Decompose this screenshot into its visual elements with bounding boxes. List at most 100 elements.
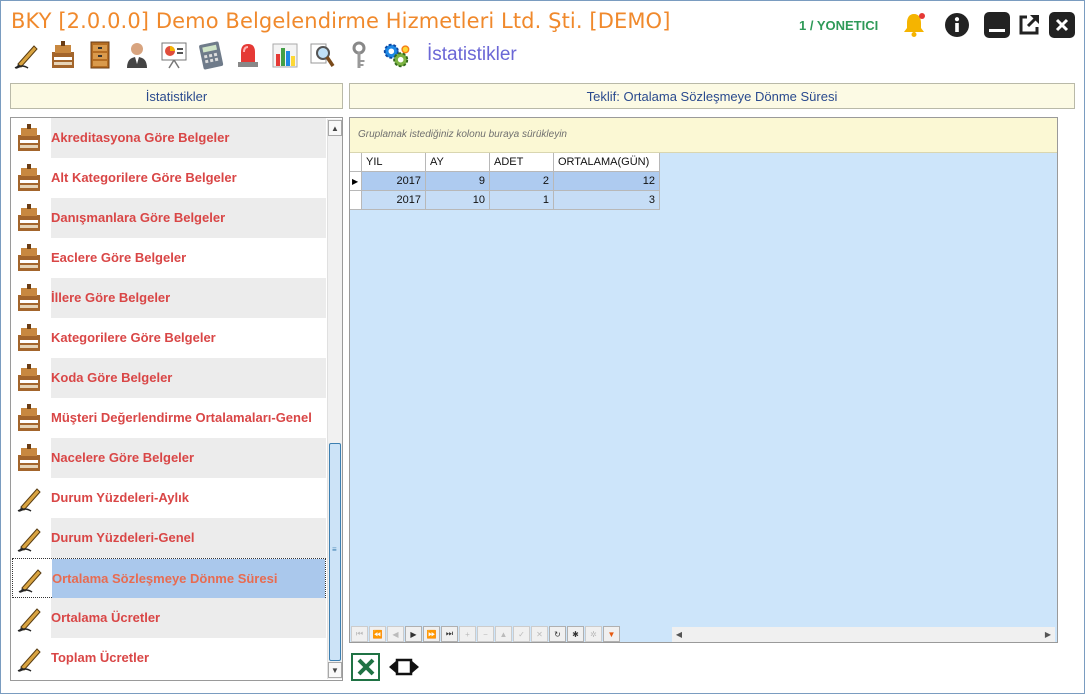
table-cell[interactable]: 1: [490, 191, 554, 210]
cabinet-icon[interactable]: [85, 39, 115, 71]
building-icon: [14, 242, 44, 274]
gears-icon[interactable]: [381, 39, 411, 71]
scrollbar-thumb[interactable]: ≡: [329, 443, 341, 661]
group-by-panel[interactable]: Gruplamak istediğiniz kolonu buraya sürü…: [350, 118, 1057, 153]
close-icon[interactable]: [1048, 11, 1076, 39]
list-item[interactable]: Durum Yüzdeleri-Aylık: [12, 478, 326, 518]
table-cell[interactable]: 2: [490, 172, 554, 191]
user-label[interactable]: 1 / YONETICI: [799, 18, 878, 33]
previous-page-icon[interactable]: ⏪: [369, 626, 386, 642]
delete-record-icon[interactable]: −: [477, 626, 494, 642]
pen-icon: [14, 482, 44, 514]
list-item[interactable]: Alt Kategorilere Göre Belgeler: [12, 158, 326, 198]
list-item[interactable]: Eaclere Göre Belgeler: [12, 238, 326, 278]
vertical-scrollbar[interactable]: ▲ ≡ ▼: [327, 119, 342, 679]
list-item-label: Eaclere Göre Belgeler: [51, 250, 187, 265]
table-cell[interactable]: 2017: [362, 191, 426, 210]
table-cell[interactable]: 10: [426, 191, 490, 210]
fit-columns-icon: [389, 658, 419, 676]
user-icon[interactable]: [122, 39, 152, 71]
list-item-label: Danışmanlara Göre Belgeler: [51, 198, 326, 238]
row-indicator[interactable]: ▶: [350, 172, 362, 191]
horizontal-scrollbar[interactable]: ◀ ▶: [672, 627, 1055, 642]
minimize-icon[interactable]: [983, 11, 1011, 39]
list-item[interactable]: Ortalama Sözleşmeye Dönme Süresi: [12, 558, 326, 599]
page-heading: İstatistikler: [427, 44, 517, 65]
list-item-label: Durum Yüzdeleri-Genel: [51, 518, 326, 558]
table-cell[interactable]: 2017: [362, 172, 426, 191]
left-panel-header: İstatistikler: [10, 83, 343, 109]
key-icon[interactable]: [344, 39, 374, 71]
building-icon: [14, 162, 44, 194]
first-record-icon[interactable]: ⏮: [351, 626, 368, 642]
building-icon: [14, 202, 44, 234]
excel-export-button[interactable]: [351, 653, 380, 681]
table-cell[interactable]: 12: [554, 172, 660, 191]
goto-bookmark-icon[interactable]: ✲: [585, 626, 602, 642]
list-item[interactable]: Danışmanlara Göre Belgeler: [12, 198, 326, 238]
scroll-up-icon[interactable]: ▲: [328, 120, 342, 136]
edit-record-icon[interactable]: ▲: [495, 626, 512, 642]
list-item[interactable]: Müşteri Değerlendirme Ortalamaları-Genel: [12, 398, 326, 438]
bookmark-icon[interactable]: ✱: [567, 626, 584, 642]
alarm-light-icon[interactable]: [233, 39, 263, 71]
table-cell[interactable]: 3: [554, 191, 660, 210]
pen-icon: [14, 522, 44, 554]
grip-icon: ≡: [332, 545, 337, 554]
excel-export-icon: [357, 658, 374, 676]
column-header[interactable]: ADET: [490, 153, 554, 172]
scroll-left-icon[interactable]: ◀: [672, 627, 686, 642]
filter-icon[interactable]: ▼: [603, 626, 620, 642]
list-item-label: Alt Kategorilere Göre Belgeler: [51, 170, 237, 185]
list-item-label: Müşteri Değerlendirme Ortalamaları-Genel: [51, 410, 312, 425]
building-icon: [14, 362, 44, 394]
list-item[interactable]: Nacelere Göre Belgeler: [12, 438, 326, 478]
grid-navigator: ⏮ ⏪ ◀ ▶ ⏩ ⏭ + − ▲ ✓ ✕ ↻ ✱ ✲ ▼: [351, 626, 671, 642]
bar-chart-icon[interactable]: [270, 39, 300, 71]
scroll-down-icon[interactable]: ▼: [328, 662, 342, 678]
building-icon: [14, 402, 44, 434]
list-item[interactable]: Akreditasyona Göre Belgeler: [12, 118, 326, 158]
info-icon[interactable]: [943, 11, 971, 39]
popout-icon[interactable]: [1015, 11, 1043, 39]
pen-icon: [14, 602, 44, 634]
list-item[interactable]: Kategorilere Göre Belgeler: [12, 318, 326, 358]
post-edit-icon[interactable]: ✓: [513, 626, 530, 642]
add-record-icon[interactable]: +: [459, 626, 476, 642]
pen-icon: [14, 642, 44, 674]
previous-record-icon[interactable]: ◀: [387, 626, 404, 642]
statistics-list: Akreditasyona Göre Belgeler Alt Kategoril…: [10, 117, 343, 681]
list-item-label: Ortalama Ücretler: [51, 598, 326, 638]
list-item-label: İllere Göre Belgeler: [51, 278, 326, 318]
group-by-hint: Gruplamak istediğiniz kolonu buraya sürü…: [358, 129, 567, 140]
data-grid: Gruplamak istediğiniz kolonu buraya sürü…: [349, 117, 1058, 643]
table-cell[interactable]: 9: [426, 172, 490, 191]
notification-bell-icon[interactable]: [900, 11, 928, 39]
next-page-icon[interactable]: ⏩: [423, 626, 440, 642]
pen-icon: [15, 563, 45, 595]
list-item-label: Akreditasyona Göre Belgeler: [51, 118, 326, 158]
list-item-label: Ortalama Sözleşmeye Dönme Süresi: [52, 559, 325, 599]
calculator-icon[interactable]: [196, 39, 226, 71]
list-item[interactable]: Koda Göre Belgeler: [12, 358, 326, 398]
list-item[interactable]: Toplam Ücretler: [12, 638, 326, 678]
list-item[interactable]: Ortalama Ücretler: [12, 598, 326, 638]
list-item-label: Durum Yüzdeleri-Aylık: [51, 490, 189, 505]
fit-columns-button[interactable]: [388, 656, 420, 678]
presentation-icon[interactable]: [159, 39, 189, 71]
building-icon: [14, 322, 44, 354]
row-indicator[interactable]: [350, 191, 362, 210]
last-record-icon[interactable]: ⏭: [441, 626, 458, 642]
magnifier-icon[interactable]: [307, 39, 337, 71]
pen-icon[interactable]: [11, 39, 41, 71]
column-header[interactable]: YIL: [362, 153, 426, 172]
next-record-icon[interactable]: ▶: [405, 626, 422, 642]
refresh-icon[interactable]: ↻: [549, 626, 566, 642]
list-item[interactable]: Durum Yüzdeleri-Genel: [12, 518, 326, 558]
cancel-edit-icon[interactable]: ✕: [531, 626, 548, 642]
scroll-right-icon[interactable]: ▶: [1041, 627, 1055, 642]
column-header[interactable]: AY: [426, 153, 490, 172]
list-item[interactable]: İllere Göre Belgeler: [12, 278, 326, 318]
building-icon[interactable]: [48, 39, 78, 71]
column-header[interactable]: ORTALAMA(GÜN): [554, 153, 660, 172]
